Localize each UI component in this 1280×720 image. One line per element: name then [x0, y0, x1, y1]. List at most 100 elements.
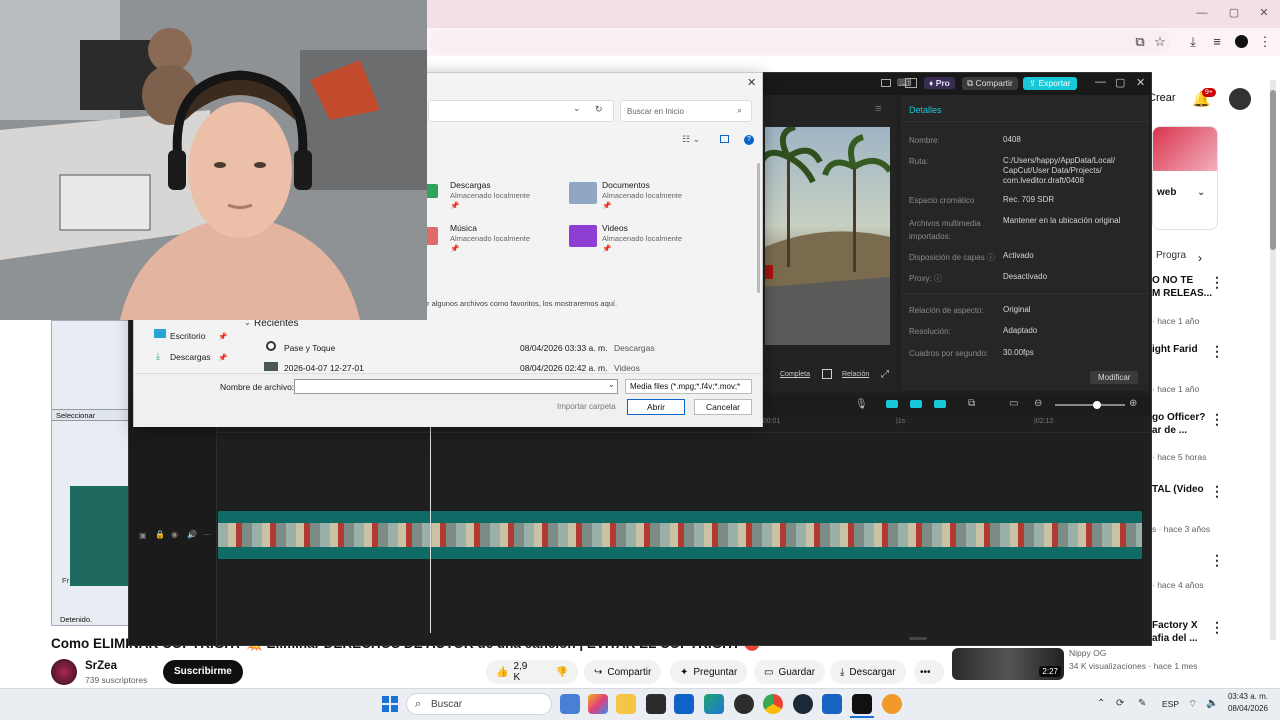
- taskbar-search[interactable]: ⌕ Buscar: [406, 693, 552, 715]
- file-type-select[interactable]: Media files (*.mpg;*.f4v;*.mov;*: [625, 379, 752, 394]
- capcut-maximize-icon[interactable]: ▢: [1115, 76, 1125, 89]
- view-options-icon[interactable]: ☷ ⌄: [682, 134, 700, 145]
- more-options-icon[interactable]: ⋮: [1210, 552, 1224, 569]
- split-icon[interactable]: ⧉: [968, 398, 975, 409]
- download-icon[interactable]: ⤓: [1184, 33, 1202, 51]
- wifi-icon[interactable]: ⌔: [1188, 698, 1197, 711]
- volume-icon[interactable]: 🔈: [1206, 698, 1218, 709]
- maximize-button[interactable]: ▢: [1227, 6, 1241, 20]
- magnet-icon[interactable]: [910, 400, 922, 408]
- recent-file-name[interactable]: Pase y Toque: [284, 343, 335, 353]
- page-scrollbar[interactable]: [1270, 80, 1276, 640]
- capcut-close-icon[interactable]: ✕: [1136, 76, 1145, 89]
- audio-icon[interactable]: 🔊: [187, 530, 197, 539]
- clock-time[interactable]: 03:43 a. m.: [1226, 692, 1268, 701]
- minimize-button[interactable]: —: [1195, 6, 1209, 20]
- video-clip[interactable]: [218, 511, 1142, 559]
- chevron-down-icon[interactable]: ⌄: [1197, 187, 1205, 198]
- copilot-icon[interactable]: [588, 694, 608, 714]
- video-preview[interactable]: [765, 127, 890, 345]
- expand-icon[interactable]: ⤢: [881, 369, 889, 380]
- more-options-icon[interactable]: ⋮: [1210, 343, 1224, 360]
- help-icon[interactable]: ?: [744, 135, 754, 145]
- browser-menu-icon[interactable]: ⋮: [1256, 33, 1274, 51]
- edge-icon[interactable]: [704, 694, 724, 714]
- caption-icon[interactable]: ▭: [1009, 398, 1018, 409]
- pro-badge[interactable]: ♦ Pro: [924, 77, 955, 89]
- rec-title[interactable]: TAL (Video: [1152, 483, 1204, 496]
- rec-title[interactable]: O NO TE M RELEAS...: [1152, 274, 1212, 300]
- sidebar-item-downloads[interactable]: Descargas: [170, 352, 211, 362]
- web-button-label[interactable]: web: [1157, 187, 1176, 198]
- filename-dropdown-icon[interactable]: ⌄: [608, 380, 615, 389]
- create-button[interactable]: Crear: [1148, 92, 1176, 104]
- track-more-icon[interactable]: ⋯: [203, 530, 211, 539]
- channel-avatar[interactable]: [51, 659, 77, 685]
- rec-channel[interactable]: Nippy OG: [1069, 648, 1106, 658]
- rec-thumbnail[interactable]: 2:27: [952, 648, 1064, 680]
- address-dropdown-icon[interactable]: ⌄: [573, 103, 581, 114]
- chrome-icon[interactable]: [763, 694, 783, 714]
- chevron-right-icon[interactable]: ›: [1198, 251, 1202, 265]
- lock-icon[interactable]: 🔒: [155, 530, 165, 539]
- address-bar[interactable]: [430, 30, 1170, 54]
- like-button[interactable]: 👍 2,9 K 👎: [486, 660, 578, 684]
- more-options-icon[interactable]: ⋮: [1210, 274, 1224, 291]
- tray-icon[interactable]: ✎: [1138, 698, 1146, 709]
- address-box[interactable]: [428, 100, 614, 122]
- link-clips-icon[interactable]: [886, 400, 898, 408]
- layout-icon[interactable]: [881, 79, 891, 87]
- more-actions-button[interactable]: •••: [914, 660, 944, 684]
- outlook-icon[interactable]: [674, 694, 694, 714]
- playhead[interactable]: [430, 417, 431, 633]
- ad-card[interactable]: web ⌄: [1152, 126, 1218, 230]
- dialog-close-icon[interactable]: ✕: [747, 76, 756, 89]
- capcut-share-button[interactable]: ⧉ Compartir: [962, 77, 1018, 90]
- timeline-scrollbar[interactable]: [909, 637, 927, 640]
- open-button[interactable]: Abrir: [627, 399, 685, 415]
- cancel-button[interactable]: Cancelar: [694, 399, 752, 415]
- tray-icon[interactable]: ⟳: [1116, 698, 1124, 709]
- app-icon[interactable]: [822, 694, 842, 714]
- tray-chevron-icon[interactable]: ⌃: [1097, 698, 1105, 709]
- ask-button[interactable]: ✦ Preguntar: [670, 660, 748, 684]
- folder-name[interactable]: Documentos: [602, 180, 650, 190]
- recent-file-name[interactable]: 2026-04-07 12-27-01: [284, 363, 364, 373]
- start-button[interactable]: [382, 696, 398, 712]
- profile-avatar[interactable]: [1235, 35, 1248, 48]
- zoom-in-icon[interactable]: ⊕: [1129, 398, 1137, 409]
- zoom-slider[interactable]: [1055, 401, 1125, 409]
- capcut-minimize-icon[interactable]: —: [1095, 76, 1106, 88]
- aspect-ratio-button[interactable]: Relación: [842, 371, 869, 378]
- user-avatar[interactable]: [1229, 88, 1251, 110]
- capcut-taskbar-icon[interactable]: [852, 694, 872, 714]
- cover-icon[interactable]: ▣: [139, 531, 147, 540]
- chip-program[interactable]: Progra: [1156, 250, 1186, 261]
- download-button[interactable]: ⤓ Descargar: [830, 660, 906, 684]
- refresh-icon[interactable]: ↻: [595, 104, 603, 115]
- fit-complete-button[interactable]: Completa: [780, 371, 810, 378]
- more-options-icon[interactable]: ⋮: [1210, 619, 1224, 636]
- folder-name[interactable]: Videos: [602, 223, 628, 233]
- more-options-icon[interactable]: ⋮: [1210, 483, 1224, 500]
- close-button[interactable]: ✕: [1257, 6, 1271, 20]
- import-folder-button[interactable]: Importar carpeta: [557, 402, 616, 411]
- clock-date[interactable]: 08/04/2026: [1226, 704, 1268, 713]
- microphone-icon[interactable]: 🎙: [855, 399, 868, 410]
- headset-app-icon[interactable]: [882, 694, 902, 714]
- subscribe-button[interactable]: Suscribirme: [163, 660, 243, 684]
- reading-list-icon[interactable]: ≡: [1208, 33, 1226, 51]
- player-menu-icon[interactable]: ≡: [875, 103, 881, 115]
- preview-axis-icon[interactable]: [934, 400, 946, 408]
- dialog-scrollbar[interactable]: [757, 163, 760, 293]
- filename-input[interactable]: [294, 379, 618, 394]
- modify-button[interactable]: Modificar: [1090, 371, 1139, 384]
- eye-icon[interactable]: ◉: [171, 530, 178, 539]
- rec-title[interactable]: ight Farid: [1152, 343, 1198, 356]
- more-options-icon[interactable]: ⋮: [1210, 411, 1224, 428]
- folder-name[interactable]: Música: [450, 223, 477, 233]
- select-label[interactable]: Seleccionar: [56, 411, 95, 420]
- fullscreen-crop-icon[interactable]: [822, 369, 832, 379]
- steam-icon[interactable]: [793, 694, 813, 714]
- obs-icon[interactable]: [734, 694, 754, 714]
